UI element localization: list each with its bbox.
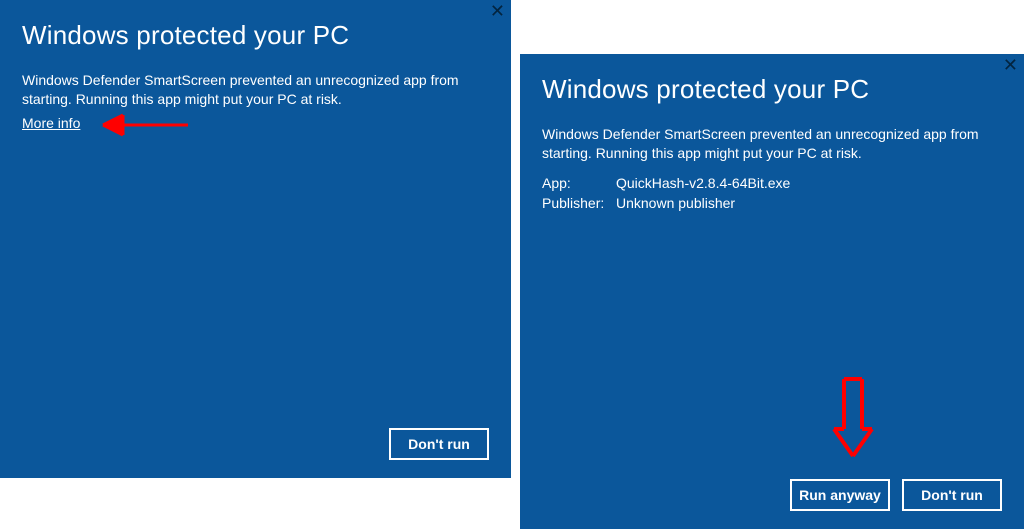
dont-run-button[interactable]: Don't run [389,428,489,460]
more-info-link[interactable]: More info [22,115,489,131]
app-value: QuickHash-v2.8.4-64Bit.exe [616,175,790,191]
smartscreen-dialog-expanded: ✕ Windows protected your PC Windows Defe… [520,54,1024,529]
dialog-title: Windows protected your PC [542,74,1002,105]
smartscreen-dialog-initial: ✕ Windows protected your PC Windows Defe… [0,0,511,478]
dialog-body-text: Windows Defender SmartScreen prevented a… [22,71,482,109]
publisher-value: Unknown publisher [616,195,735,211]
close-icon[interactable]: ✕ [1003,56,1018,74]
dialog-content: Windows protected your PC Windows Defend… [520,54,1024,529]
publisher-detail-row: Publisher: Unknown publisher [542,195,1002,211]
spacer [22,131,489,428]
button-row: Run anyway Don't run [542,479,1002,511]
run-anyway-button[interactable]: Run anyway [790,479,890,511]
dialog-content: Windows protected your PC Windows Defend… [0,0,511,478]
dont-run-button[interactable]: Don't run [902,479,1002,511]
spacer [542,211,1002,479]
dialog-title: Windows protected your PC [22,20,489,51]
button-row: Don't run [22,428,489,460]
app-detail-row: App: QuickHash-v2.8.4-64Bit.exe [542,175,1002,191]
close-icon[interactable]: ✕ [490,2,505,20]
publisher-label: Publisher: [542,195,616,211]
app-label: App: [542,175,616,191]
dialog-body-text: Windows Defender SmartScreen prevented a… [542,125,1002,163]
